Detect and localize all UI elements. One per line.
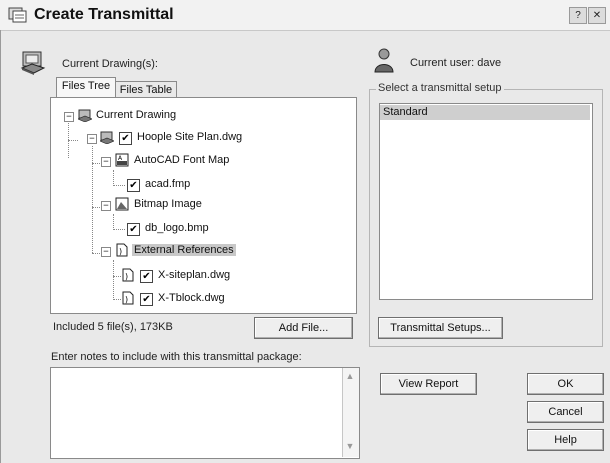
checkbox-hoople-site-plan[interactable]: ✔ bbox=[119, 132, 132, 145]
expander-xrefs[interactable]: − bbox=[101, 247, 111, 257]
app-icon bbox=[8, 7, 27, 23]
expander-bitmap[interactable]: − bbox=[101, 201, 111, 211]
checkbox-x-tblock[interactable]: ✔ bbox=[140, 293, 153, 306]
setup-list[interactable] bbox=[379, 103, 593, 300]
svg-text:): ) bbox=[125, 295, 128, 304]
notes-textarea[interactable] bbox=[50, 367, 360, 459]
scroll-down-icon[interactable]: ▼ bbox=[343, 441, 357, 451]
xref-file-icon: ) bbox=[122, 291, 134, 305]
scroll-up-icon[interactable]: ▲ bbox=[343, 371, 357, 381]
help-icon[interactable]: ? bbox=[569, 7, 587, 24]
close-icon[interactable]: ✕ bbox=[588, 7, 606, 24]
expander-current-drawing[interactable]: − bbox=[64, 112, 74, 122]
tree-node-hoople-site-plan[interactable]: Hoople Site Plan.dwg bbox=[137, 131, 242, 143]
current-drawings-label: Current Drawing(s): bbox=[62, 58, 158, 70]
ok-button[interactable]: OK bbox=[527, 373, 604, 395]
dwg-file-icon bbox=[100, 131, 114, 144]
tree-node-xrefs[interactable]: External References bbox=[132, 244, 236, 256]
svg-text:): ) bbox=[125, 272, 128, 281]
tree-node-db-logo[interactable]: db_logo.bmp bbox=[145, 222, 209, 234]
view-report-button[interactable]: View Report bbox=[380, 373, 477, 395]
tree-node-x-siteplan[interactable]: X-siteplan.dwg bbox=[158, 269, 230, 281]
expander-drawing[interactable]: − bbox=[87, 134, 97, 144]
drawing-folder-icon bbox=[78, 109, 92, 122]
font-map-icon: A bbox=[115, 153, 129, 167]
tree-node-acad-fmp[interactable]: acad.fmp bbox=[145, 178, 190, 190]
checkbox-x-siteplan[interactable]: ✔ bbox=[140, 270, 153, 283]
expander-font-map[interactable]: − bbox=[101, 157, 111, 167]
tree-node-current-drawing[interactable]: Current Drawing bbox=[96, 109, 176, 121]
help-button[interactable]: Help bbox=[527, 429, 604, 451]
checkbox-acad-fmp[interactable]: ✔ bbox=[127, 179, 140, 192]
bitmap-icon bbox=[115, 197, 129, 211]
checkbox-db-logo[interactable]: ✔ bbox=[127, 223, 140, 236]
tab-files-tree[interactable]: Files Tree bbox=[56, 77, 116, 97]
window-border bbox=[0, 30, 1, 463]
tree-node-bitmap[interactable]: Bitmap Image bbox=[134, 198, 202, 210]
setup-group-label: Select a transmittal setup bbox=[376, 82, 504, 94]
add-file-button[interactable]: Add File... bbox=[254, 317, 353, 339]
setup-list-item[interactable]: Standard bbox=[380, 105, 590, 120]
current-user-label: Current user: dave bbox=[410, 57, 502, 69]
window-title: Create Transmittal bbox=[34, 6, 174, 23]
transmittal-setups-button[interactable]: Transmittal Setups... bbox=[378, 317, 503, 339]
svg-text:): ) bbox=[119, 247, 122, 256]
user-icon bbox=[374, 48, 394, 73]
cancel-button[interactable]: Cancel bbox=[527, 401, 604, 423]
included-files-status: Included 5 file(s), 173KB bbox=[53, 321, 173, 333]
xref-icon: ) bbox=[116, 243, 128, 257]
drawing-set-icon bbox=[20, 51, 46, 75]
notes-label: Enter notes to include with this transmi… bbox=[51, 351, 302, 363]
files-tree-panel[interactable] bbox=[50, 97, 357, 314]
xref-file-icon: ) bbox=[122, 268, 134, 282]
tree-node-font-map[interactable]: AutoCAD Font Map bbox=[134, 154, 229, 166]
tree-node-x-tblock[interactable]: X-Tblock.dwg bbox=[158, 292, 225, 304]
